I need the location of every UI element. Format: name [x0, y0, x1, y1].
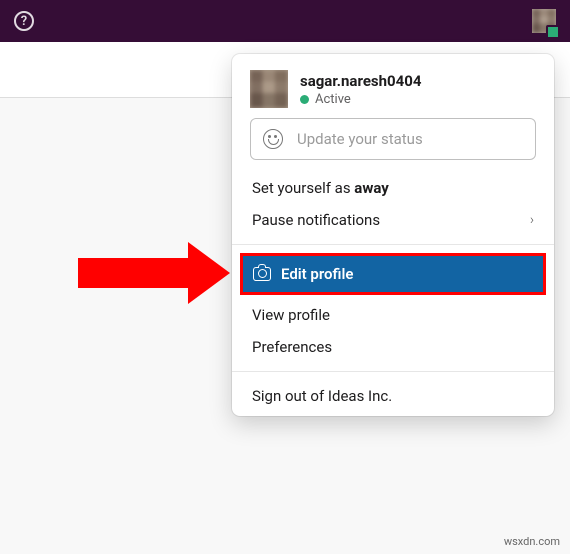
- annotation-arrow: [78, 242, 238, 304]
- edit-profile-item[interactable]: Edit profile: [243, 256, 543, 292]
- top-bar: ?: [0, 0, 570, 42]
- chevron-right-icon: ›: [530, 212, 534, 228]
- presence-indicator: [546, 25, 560, 39]
- dropdown-header: sagar.naresh0404 Active: [232, 54, 554, 118]
- active-dot-icon: [300, 95, 309, 104]
- avatar-large: [250, 70, 288, 108]
- set-away-label: Set yourself as away: [252, 179, 534, 197]
- sign-out-label: Sign out of Ideas Inc.: [252, 387, 534, 405]
- user-avatar-button[interactable]: [532, 9, 556, 33]
- watermark: wsxdn.com: [504, 535, 560, 548]
- status-placeholder: Update your status: [297, 130, 423, 148]
- smiley-icon: [263, 129, 283, 149]
- preferences-label: Preferences: [252, 338, 534, 356]
- edit-profile-label: Edit profile: [281, 265, 353, 283]
- set-away-item[interactable]: Set yourself as away: [232, 172, 554, 204]
- highlight-frame: Edit profile: [240, 253, 546, 295]
- user-menu-dropdown: sagar.naresh0404 Active Update your stat…: [232, 54, 554, 416]
- view-profile-item[interactable]: View profile: [232, 299, 554, 331]
- help-icon: ?: [14, 11, 34, 31]
- pause-notifications-item[interactable]: Pause notifications ›: [232, 204, 554, 236]
- camera-icon: [253, 267, 271, 281]
- help-button[interactable]: ?: [14, 11, 34, 31]
- divider: [232, 244, 554, 245]
- divider: [232, 371, 554, 372]
- presence-label: Active: [315, 92, 351, 107]
- status-input[interactable]: Update your status: [250, 118, 536, 160]
- view-profile-label: View profile: [252, 306, 534, 324]
- username-label: sagar.naresh0404: [300, 72, 421, 90]
- pause-notifications-label: Pause notifications: [252, 211, 530, 229]
- presence-row: Active: [300, 92, 421, 107]
- preferences-item[interactable]: Preferences: [232, 331, 554, 363]
- sign-out-item[interactable]: Sign out of Ideas Inc.: [232, 380, 554, 412]
